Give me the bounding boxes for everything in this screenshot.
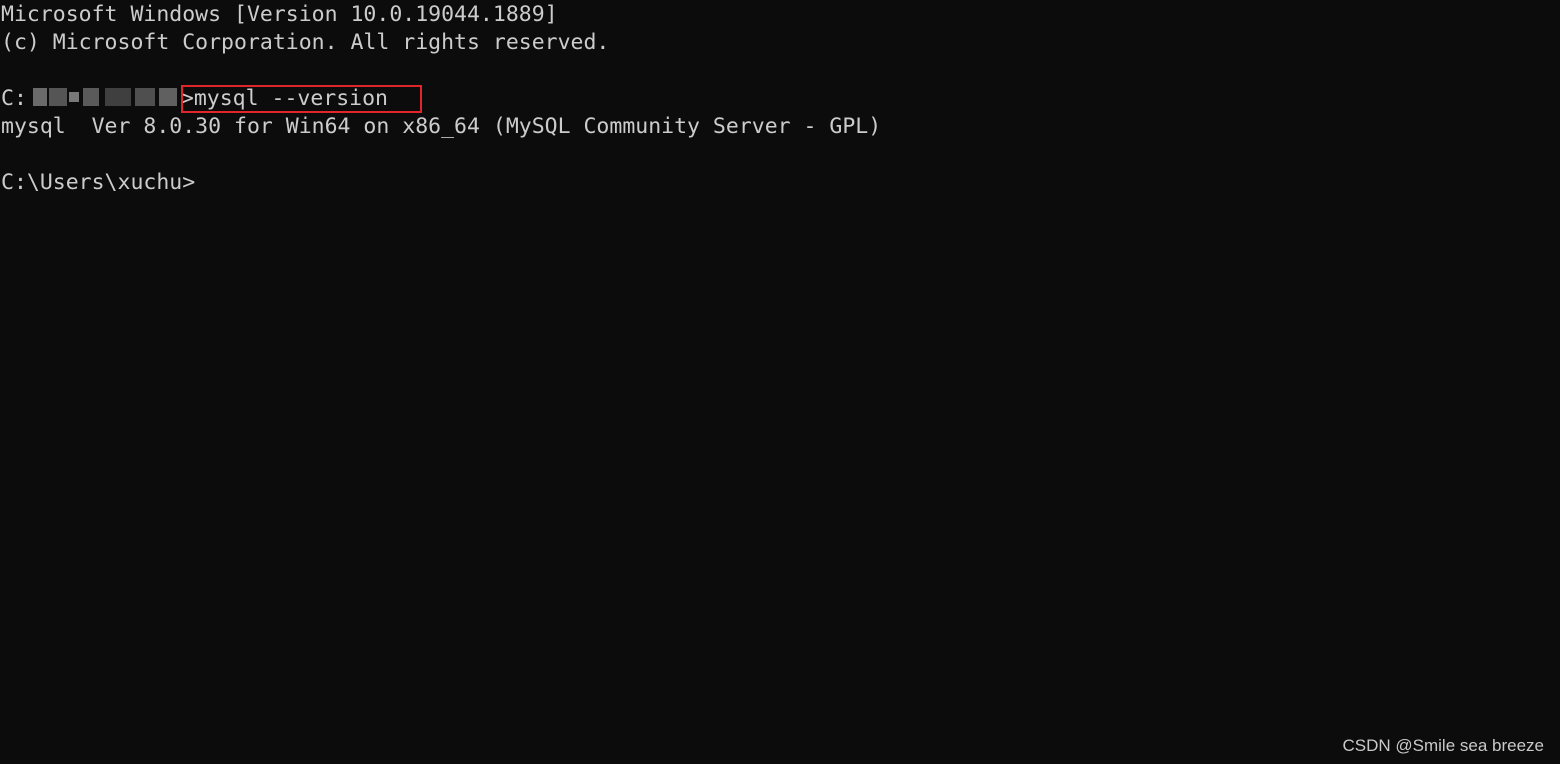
watermark-text: CSDN @Smile sea breeze xyxy=(1342,736,1545,755)
header-version-line: Microsoft Windows [Version 10.0.19044.18… xyxy=(1,2,558,27)
prompt-drive: C: xyxy=(1,86,27,111)
command-output-line: mysql Ver 8.0.30 for Win64 on x86_64 (My… xyxy=(1,114,882,139)
command-highlight-box xyxy=(181,85,422,113)
command-prompt-window[interactable]: Microsoft Windows [Version 10.0.19044.18… xyxy=(0,0,1560,764)
redacted-path xyxy=(27,86,181,108)
header-copyright-line: (c) Microsoft Corporation. All rights re… xyxy=(1,30,610,55)
current-prompt-line[interactable]: C:\Users\xuchu> xyxy=(1,169,195,197)
